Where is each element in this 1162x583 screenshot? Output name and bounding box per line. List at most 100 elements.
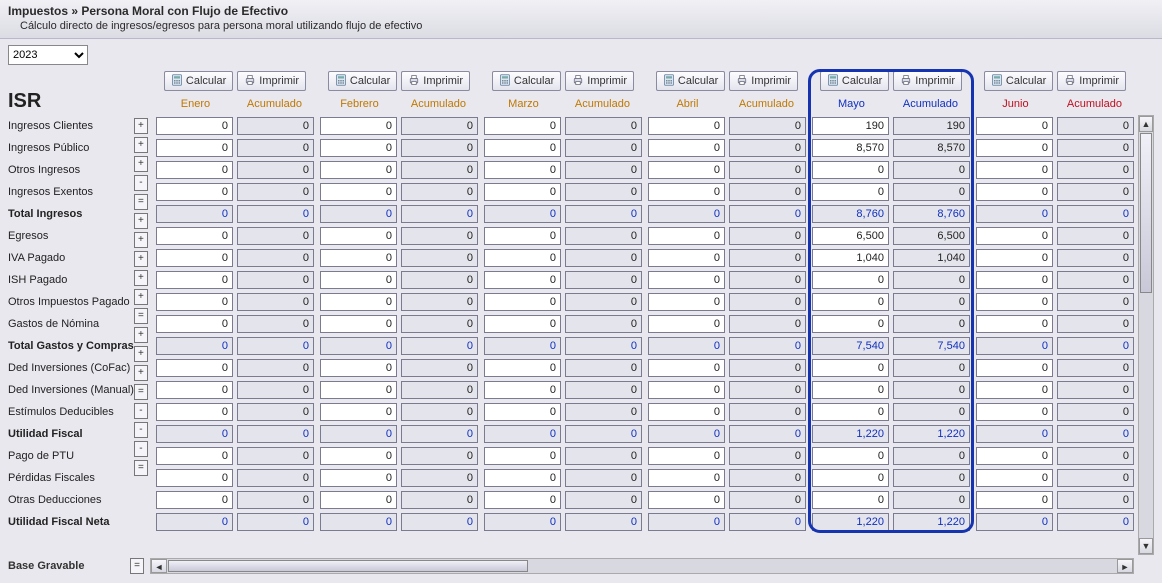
month-cell[interactable]: 0	[812, 403, 889, 421]
month-cell[interactable]: 0	[976, 117, 1053, 135]
month-cell[interactable]: 0	[976, 293, 1053, 311]
print-button[interactable]: Imprimir	[729, 71, 798, 91]
print-button[interactable]: Imprimir	[1057, 71, 1126, 91]
month-cell[interactable]: 0	[648, 315, 725, 333]
month-cell[interactable]: 0	[648, 447, 725, 465]
month-cell[interactable]: 0	[648, 381, 725, 399]
month-cell[interactable]: 0	[156, 469, 233, 487]
month-cell[interactable]: 0	[648, 161, 725, 179]
month-cell[interactable]: 0	[320, 139, 397, 157]
horizontal-scrollbar[interactable]: ◄ ►	[150, 558, 1134, 574]
month-cell[interactable]: 0	[812, 315, 889, 333]
month-cell[interactable]: 0	[648, 271, 725, 289]
month-cell[interactable]: 8,570	[812, 139, 889, 157]
scroll-left-arrow[interactable]: ◄	[151, 559, 167, 573]
month-cell[interactable]: 0	[976, 447, 1053, 465]
month-cell[interactable]: 0	[648, 117, 725, 135]
scroll-track-h[interactable]	[529, 559, 1117, 573]
month-cell[interactable]: 0	[156, 359, 233, 377]
month-cell[interactable]: 0	[812, 183, 889, 201]
month-cell[interactable]: 0	[320, 315, 397, 333]
scroll-up-arrow[interactable]: ▲	[1139, 116, 1153, 132]
calculate-button[interactable]: Calcular	[656, 71, 725, 91]
month-cell[interactable]: 0	[484, 271, 561, 289]
month-cell[interactable]: 0	[156, 403, 233, 421]
month-cell[interactable]: 0	[812, 359, 889, 377]
month-cell[interactable]: 0	[812, 271, 889, 289]
month-cell[interactable]: 0	[648, 469, 725, 487]
print-button[interactable]: Imprimir	[893, 71, 962, 91]
calculate-button[interactable]: Calcular	[328, 71, 397, 91]
month-cell[interactable]: 0	[976, 161, 1053, 179]
scroll-right-arrow[interactable]: ►	[1117, 559, 1133, 573]
month-cell[interactable]: 6,500	[812, 227, 889, 245]
month-cell[interactable]: 0	[156, 491, 233, 509]
month-cell[interactable]: 0	[484, 117, 561, 135]
scroll-thumb-h[interactable]	[168, 560, 528, 572]
month-cell[interactable]: 1,040	[812, 249, 889, 267]
scroll-thumb-v[interactable]	[1140, 133, 1152, 293]
month-cell[interactable]: 0	[156, 227, 233, 245]
month-cell[interactable]: 0	[156, 315, 233, 333]
month-cell[interactable]: 0	[976, 403, 1053, 421]
month-cell[interactable]: 0	[320, 469, 397, 487]
calculate-button[interactable]: Calcular	[820, 71, 889, 91]
print-button[interactable]: Imprimir	[401, 71, 470, 91]
month-cell[interactable]: 0	[648, 139, 725, 157]
month-cell[interactable]: 0	[156, 293, 233, 311]
month-cell[interactable]: 0	[320, 249, 397, 267]
month-cell[interactable]: 0	[484, 227, 561, 245]
month-cell[interactable]: 0	[812, 491, 889, 509]
month-cell[interactable]: 0	[812, 293, 889, 311]
month-cell[interactable]: 0	[484, 381, 561, 399]
month-cell[interactable]: 0	[812, 447, 889, 465]
month-cell[interactable]: 0	[484, 403, 561, 421]
month-cell[interactable]: 0	[648, 227, 725, 245]
month-cell[interactable]: 0	[812, 469, 889, 487]
month-cell[interactable]: 0	[484, 469, 561, 487]
month-cell[interactable]: 0	[648, 403, 725, 421]
month-cell[interactable]: 0	[156, 117, 233, 135]
month-cell[interactable]: 0	[648, 293, 725, 311]
month-cell[interactable]: 0	[976, 491, 1053, 509]
month-cell[interactable]: 0	[976, 183, 1053, 201]
month-cell[interactable]: 0	[320, 359, 397, 377]
scroll-down-arrow[interactable]: ▼	[1139, 538, 1153, 554]
month-cell[interactable]: 0	[976, 315, 1053, 333]
month-cell[interactable]: 0	[320, 381, 397, 399]
month-cell[interactable]: 0	[484, 183, 561, 201]
month-cell[interactable]: 0	[156, 271, 233, 289]
month-cell[interactable]: 0	[320, 271, 397, 289]
month-cell[interactable]: 0	[320, 227, 397, 245]
month-cell[interactable]: 0	[484, 447, 561, 465]
month-cell[interactable]: 0	[648, 249, 725, 267]
month-cell[interactable]: 0	[320, 491, 397, 509]
month-cell[interactable]: 0	[976, 227, 1053, 245]
month-cell[interactable]: 0	[156, 139, 233, 157]
month-cell[interactable]: 0	[648, 359, 725, 377]
calculate-button[interactable]: Calcular	[164, 71, 233, 91]
month-cell[interactable]: 0	[156, 161, 233, 179]
month-cell[interactable]: 0	[320, 183, 397, 201]
calculate-button[interactable]: Calcular	[984, 71, 1053, 91]
month-cell[interactable]: 0	[320, 293, 397, 311]
month-cell[interactable]: 0	[976, 139, 1053, 157]
month-cell[interactable]: 0	[648, 491, 725, 509]
month-cell[interactable]: 0	[812, 161, 889, 179]
month-cell[interactable]: 0	[484, 359, 561, 377]
vertical-scrollbar[interactable]: ▲▼	[1138, 115, 1154, 555]
month-cell[interactable]: 0	[484, 161, 561, 179]
calculate-button[interactable]: Calcular	[492, 71, 561, 91]
month-cell[interactable]: 0	[976, 359, 1053, 377]
month-cell[interactable]: 0	[320, 161, 397, 179]
month-cell[interactable]: 0	[484, 249, 561, 267]
month-cell[interactable]: 0	[320, 117, 397, 135]
scroll-track-v[interactable]	[1139, 294, 1153, 538]
month-cell[interactable]: 0	[156, 381, 233, 399]
print-button[interactable]: Imprimir	[237, 71, 306, 91]
month-cell[interactable]: 0	[156, 447, 233, 465]
month-cell[interactable]: 190	[812, 117, 889, 135]
month-cell[interactable]: 0	[156, 183, 233, 201]
month-cell[interactable]: 0	[812, 381, 889, 399]
month-cell[interactable]: 0	[976, 469, 1053, 487]
